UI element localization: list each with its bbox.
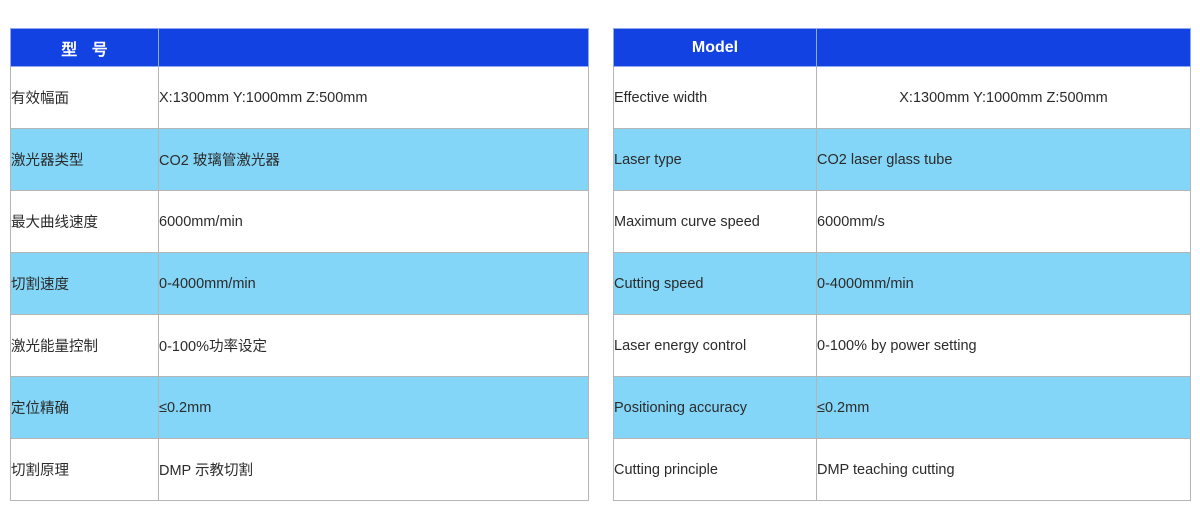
row-label-cell: 切割原理	[10, 438, 159, 501]
table-body-cn: 有效幅面 X:1300mm Y:1000mm Z:500mm 激光器类型 CO2 玻璃…	[10, 66, 589, 501]
row-value-cell: 0-4000mm/min	[816, 252, 1191, 315]
header-cell-model-en: Model	[613, 28, 817, 67]
table-row: Effective width X:1300mm Y:1000mm Z:500mm	[613, 66, 1191, 129]
row-value-cell: X:1300mm Y:1000mm Z:500mm	[158, 66, 589, 129]
table-row: 激光能量控制 0-100%功率设定	[10, 314, 589, 377]
spec-table-chinese: 型 号 有效幅面 X:1300mm Y:1000mm Z:500mm 激光器类型 CO…	[10, 28, 589, 501]
row-label-cell: Cutting speed	[613, 252, 817, 315]
row-value-cell: 0-100% by power setting	[816, 314, 1191, 377]
table-row: Cutting principle DMP teaching cutting	[613, 438, 1191, 501]
spec-sheet-page: 型 号 有效幅面 X:1300mm Y:1000mm Z:500mm 激光器类型 CO…	[0, 0, 1200, 515]
row-value-cell: 0-4000mm/min	[158, 252, 589, 315]
row-value-cell: DMP 示教切割	[158, 438, 589, 501]
table-row: Maximum curve speed 6000mm/s	[613, 190, 1191, 253]
table-row: Laser energy control 0-100% by power sett…	[613, 314, 1191, 377]
row-label-cell: 切割速度	[10, 252, 159, 315]
row-value-cell: X:1300mm Y:1000mm Z:500mm	[816, 66, 1191, 129]
row-value-cell: 0-100%功率设定	[158, 314, 589, 377]
table-row: 有效幅面 X:1300mm Y:1000mm Z:500mm	[10, 66, 589, 129]
row-value-cell: ≤0.2mm	[816, 376, 1191, 439]
row-label-cell: Effective width	[613, 66, 817, 129]
table-row: Laser type CO2 laser glass tube	[613, 128, 1191, 191]
table-row: Positioning accuracy ≤0.2mm	[613, 376, 1191, 439]
table-body-en: Effective width X:1300mm Y:1000mm Z:500mm…	[613, 66, 1191, 501]
table-row: 激光器类型 CO2 玻璃管激光器	[10, 128, 589, 191]
row-value-cell: ≤0.2mm	[158, 376, 589, 439]
row-value-cell: 6000mm/min	[158, 190, 589, 253]
header-cell-value-cn	[158, 28, 589, 67]
row-value-cell: CO2 玻璃管激光器	[158, 128, 589, 191]
table-row: 切割速度 0-4000mm/min	[10, 252, 589, 315]
spec-table-english: Model Effective width X:1300mm Y:1000mm Z…	[613, 28, 1191, 501]
table-header-row: 型 号	[10, 28, 589, 67]
row-label-cell: Cutting principle	[613, 438, 817, 501]
table-header-row: Model	[613, 28, 1191, 67]
row-label-cell: Maximum curve speed	[613, 190, 817, 253]
table-row: 切割原理 DMP 示教切割	[10, 438, 589, 501]
row-label-cell: Laser energy control	[613, 314, 817, 377]
table-row: Cutting speed 0-4000mm/min	[613, 252, 1191, 315]
row-label-cell: Positioning accuracy	[613, 376, 817, 439]
row-label-cell: 最大曲线速度	[10, 190, 159, 253]
row-value-cell: 6000mm/s	[816, 190, 1191, 253]
row-label-cell: 定位精确	[10, 376, 159, 439]
row-label-cell: 激光器类型	[10, 128, 159, 191]
header-cell-value-en	[816, 28, 1191, 67]
row-label-cell: 激光能量控制	[10, 314, 159, 377]
row-label-cell: 有效幅面	[10, 66, 159, 129]
row-value-cell: DMP teaching cutting	[816, 438, 1191, 501]
table-row: 定位精确 ≤0.2mm	[10, 376, 589, 439]
table-row: 最大曲线速度 6000mm/min	[10, 190, 589, 253]
row-value-cell: CO2 laser glass tube	[816, 128, 1191, 191]
row-label-cell: Laser type	[613, 128, 817, 191]
header-cell-model-cn: 型 号	[10, 28, 159, 67]
